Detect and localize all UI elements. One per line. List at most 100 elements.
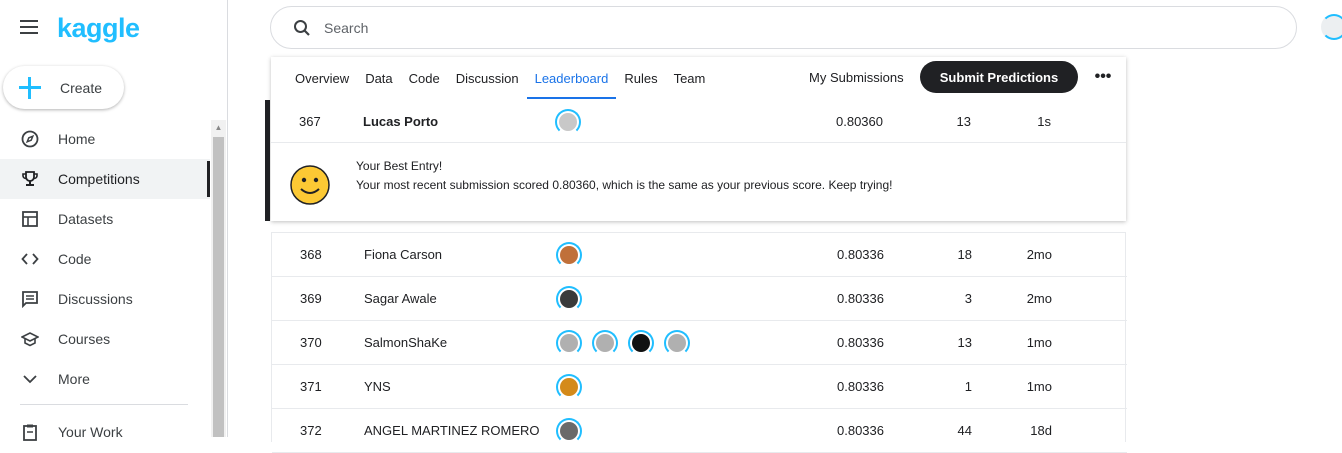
more-options-icon[interactable]: •••: [1093, 67, 1113, 87]
search-bar[interactable]: [270, 6, 1297, 49]
sidebar-item-label: Code: [58, 251, 92, 267]
last-submission: 1mo: [1026, 379, 1052, 394]
rank: 367: [299, 114, 321, 129]
sidebar-item-label: Home: [58, 131, 96, 147]
sidebar-scrollbar[interactable]: ▲: [211, 120, 226, 437]
avatar[interactable]: [556, 242, 582, 268]
table-row[interactable]: 369 Sagar Awale 0.80336 3 2mo: [272, 277, 1127, 321]
team-members: [556, 330, 690, 356]
table-row[interactable]: 370 SalmonShaKe 0.80336 13 1mo: [272, 321, 1127, 365]
compass-icon: [20, 129, 40, 149]
table-row[interactable]: 371 YNS 0.80336 1 1mo: [272, 365, 1127, 409]
sidebar-item-datasets[interactable]: Datasets: [0, 199, 210, 239]
avatar[interactable]: [556, 418, 582, 444]
sidebar-item-competitions[interactable]: Competitions: [0, 159, 210, 199]
chevron-down-icon: [20, 369, 40, 389]
sidebar-item-label: Datasets: [58, 211, 114, 227]
tab-discussion[interactable]: Discussion: [448, 57, 527, 99]
trophy-icon: [20, 169, 40, 189]
tab-overview[interactable]: Overview: [287, 57, 357, 99]
last-submission: 1mo: [1026, 335, 1052, 350]
sidebar-item-home[interactable]: Home: [0, 119, 210, 159]
rank: 370: [300, 335, 322, 350]
avatar[interactable]: [592, 330, 618, 356]
team-name[interactable]: Sagar Awale: [364, 291, 437, 306]
comments-icon: [20, 289, 40, 309]
best-entry-title: Your Best Entry!: [356, 159, 443, 173]
last-submission: 2mo: [1026, 291, 1052, 306]
scroll-thumb[interactable]: [213, 137, 224, 437]
plus-icon: [18, 76, 42, 100]
user-avatar[interactable]: [1321, 14, 1342, 40]
table-row[interactable]: 372 ANGEL MARTINEZ ROMERO 0.80336 44 18d: [272, 409, 1127, 453]
sidebar-item-label: More: [58, 371, 90, 387]
sidebar-nav: Home Competitions Datasets Code Discussi…: [0, 119, 210, 399]
sidebar-item-label: Courses: [58, 331, 111, 347]
entries-count: 18: [957, 247, 972, 262]
sidebar-item-code[interactable]: Code: [0, 239, 210, 279]
avatar[interactable]: [556, 374, 582, 400]
entries-count: 13: [956, 114, 971, 129]
tab-rules[interactable]: Rules: [616, 57, 665, 99]
sidebar-divider: [20, 404, 188, 405]
best-entry-text: Your most recent submission scored 0.803…: [356, 178, 893, 192]
avatar[interactable]: [628, 330, 654, 356]
tab-team[interactable]: Team: [666, 57, 714, 99]
hamburger-menu-icon[interactable]: [20, 20, 38, 34]
table-icon: [20, 209, 40, 229]
table-row[interactable]: 368 Fiona Carson 0.80336 18 2mo: [272, 233, 1127, 277]
sidebar-item-your-work[interactable]: Your Work: [0, 412, 210, 452]
sidebar-item-discussions[interactable]: Discussions: [0, 279, 210, 319]
search-icon: [293, 19, 311, 37]
kaggle-logo[interactable]: kaggle: [57, 13, 140, 44]
tab-data[interactable]: Data: [357, 57, 400, 99]
team-name[interactable]: Fiona Carson: [364, 247, 442, 262]
best-entry-message: Your Best Entry! Your most recent submis…: [271, 143, 1126, 221]
score: 0.80336: [837, 247, 884, 262]
avatar[interactable]: [556, 286, 582, 312]
sidebar-item-label: Discussions: [58, 291, 133, 307]
last-submission: 18d: [1030, 423, 1052, 438]
team-name[interactable]: ANGEL MARTINEZ ROMERO: [364, 423, 540, 438]
avatar[interactable]: [556, 330, 582, 356]
my-submissions-link[interactable]: My Submissions: [809, 70, 904, 85]
avatar[interactable]: [664, 330, 690, 356]
search-input[interactable]: [324, 19, 1224, 36]
code-icon: [20, 249, 40, 269]
leaderboard-table: 368 Fiona Carson 0.80336 18 2mo 369 Saga…: [271, 232, 1127, 453]
last-submission: 1s: [1037, 114, 1051, 129]
score: 0.80336: [837, 291, 884, 306]
create-label: Create: [60, 79, 103, 96]
create-button[interactable]: Create: [3, 66, 124, 109]
last-submission: 2mo: [1026, 247, 1052, 262]
sidebar-item-label: Competitions: [58, 171, 140, 187]
sidebar-item-label: Your Work: [58, 424, 123, 440]
current-entry-row[interactable]: 367 Lucas Porto 0.80360 13 1s: [271, 100, 1126, 143]
rank: 371: [300, 379, 322, 394]
avatar[interactable]: [555, 109, 581, 135]
tab-leaderboard[interactable]: Leaderboard: [526, 57, 617, 99]
team-name[interactable]: SalmonShaKe: [364, 335, 447, 350]
rank: 368: [300, 247, 322, 262]
team-members: [556, 242, 582, 268]
team-members: [556, 374, 582, 400]
team-members: [556, 286, 582, 312]
team-name[interactable]: YNS: [364, 379, 391, 394]
entries-count: 3: [964, 291, 972, 306]
team-members: [555, 109, 581, 135]
score: 0.80336: [837, 379, 884, 394]
sidebar-item-courses[interactable]: Courses: [0, 319, 210, 359]
scroll-up-arrow-icon[interactable]: ▲: [211, 120, 226, 135]
tab-code[interactable]: Code: [401, 57, 448, 99]
score: 0.80336: [837, 335, 884, 350]
score: 0.80336: [837, 423, 884, 438]
team-members: [556, 418, 582, 444]
rank: 369: [300, 291, 322, 306]
submit-predictions-button[interactable]: Submit Predictions: [920, 61, 1078, 93]
entries-count: 44: [957, 423, 972, 438]
team-name[interactable]: Lucas Porto: [363, 114, 438, 129]
clipboard-icon: [20, 422, 40, 442]
smiley-icon: [290, 165, 330, 205]
sidebar-item-more[interactable]: More: [0, 359, 210, 399]
entries-count: 1: [964, 379, 972, 394]
